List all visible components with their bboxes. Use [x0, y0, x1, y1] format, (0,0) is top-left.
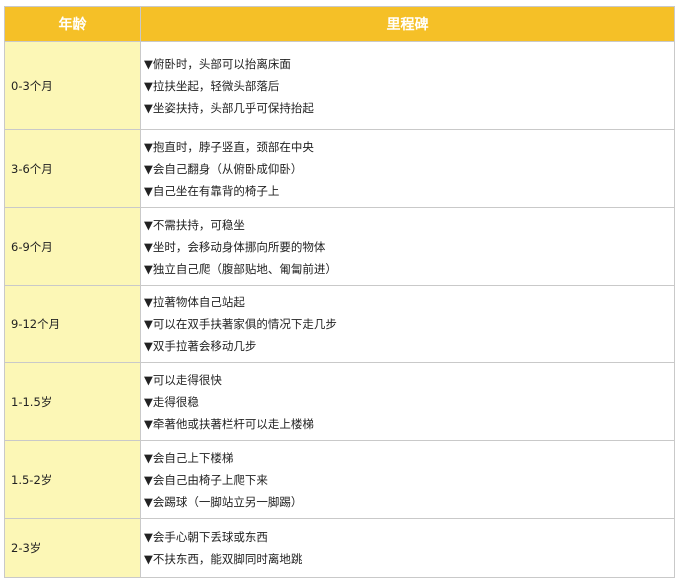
table-header-row: 年龄 里程碑 [4, 6, 675, 42]
milestone-cell: ▼抱直时，脖子竖直，颈部在中央 ▼会自己翻身（从俯卧成仰卧） ▼自己坐在有靠背的… [140, 129, 675, 208]
age-cell: 1.5-2岁 [4, 440, 141, 519]
table-row: 9-12个月 ▼拉著物体自己站起 ▼可以在双手扶著家俱的情况下走几步 ▼双手拉著… [4, 285, 675, 363]
age-cell: 2-3岁 [4, 518, 141, 578]
milestone-item: ▼抱直时，脖子竖直，颈部在中央 [144, 139, 314, 154]
milestone-item: ▼可以走得很快 [144, 372, 222, 387]
milestone-cell: ▼拉著物体自己站起 ▼可以在双手扶著家俱的情况下走几步 ▼双手拉著会移动几步 [140, 285, 675, 363]
milestone-item: ▼独立自己爬（腹部贴地、匍匐前进） [144, 261, 337, 276]
header-milestone: 里程碑 [140, 6, 675, 42]
milestone-item: ▼会踢球（一脚站立另一脚踢） [144, 494, 303, 509]
milestone-item: ▼牵著他或扶著栏杆可以走上楼梯 [144, 416, 314, 431]
age-cell: 1-1.5岁 [4, 362, 141, 441]
milestone-item: ▼可以在双手扶著家俱的情况下走几步 [144, 317, 337, 331]
table-row: 3-6个月 ▼抱直时，脖子竖直，颈部在中央 ▼会自己翻身（从俯卧成仰卧） ▼自己… [4, 129, 675, 208]
milestone-item: ▼俯卧时，头部可以抬离床面 [144, 56, 291, 71]
milestone-table: 年龄 里程碑 0-3个月 ▼俯卧时，头部可以抬离床面 ▼拉扶坐起，轻微头部落后 … [4, 6, 675, 578]
table-row: 1.5-2岁 ▼会自己上下楼梯 ▼会自己由椅子上爬下来 ▼会踢球（一脚站立另一脚… [4, 440, 675, 519]
milestone-item: ▼不需扶持，可稳坐 [144, 217, 245, 232]
milestone-item: ▼坐姿扶持，头部几乎可保持抬起 [144, 100, 314, 115]
milestone-cell: ▼会手心朝下丢球或东西 ▼不扶东西，能双脚同时离地跳 [140, 518, 675, 578]
age-cell: 9-12个月 [4, 285, 141, 363]
milestone-item: ▼会自己上下楼梯 [144, 450, 234, 465]
milestone-table-wrapper: 年龄 里程碑 0-3个月 ▼俯卧时，头部可以抬离床面 ▼拉扶坐起，轻微头部落后 … [4, 6, 675, 578]
header-age: 年龄 [4, 6, 141, 42]
age-cell: 6-9个月 [4, 207, 141, 286]
milestone-item: ▼拉扶坐起，轻微头部落后 [144, 78, 280, 93]
milestone-item: ▼不扶东西，能双脚同时离地跳 [144, 552, 303, 566]
milestone-cell: ▼可以走得很快 ▼走得很稳 ▼牵著他或扶著栏杆可以走上楼梯 [140, 362, 675, 441]
age-cell: 3-6个月 [4, 129, 141, 208]
milestone-item: ▼会手心朝下丢球或东西 [144, 530, 268, 544]
table-row: 2-3岁 ▼会手心朝下丢球或东西 ▼不扶东西，能双脚同时离地跳 [4, 518, 675, 578]
milestone-cell: ▼会自己上下楼梯 ▼会自己由椅子上爬下来 ▼会踢球（一脚站立另一脚踢） [140, 440, 675, 519]
milestone-item: ▼拉著物体自己站起 [144, 295, 245, 309]
age-cell: 0-3个月 [4, 41, 141, 130]
milestone-cell: ▼俯卧时，头部可以抬离床面 ▼拉扶坐起，轻微头部落后 ▼坐姿扶持，头部几乎可保持… [140, 41, 675, 130]
milestone-item: ▼会自己翻身（从俯卧成仰卧） [144, 161, 303, 176]
table-row: 1-1.5岁 ▼可以走得很快 ▼走得很稳 ▼牵著他或扶著栏杆可以走上楼梯 [4, 362, 675, 441]
table-row: 6-9个月 ▼不需扶持，可稳坐 ▼坐时，会移动身体挪向所要的物体 ▼独立自己爬（… [4, 207, 675, 286]
milestone-item: ▼自己坐在有靠背的椅子上 [144, 183, 280, 198]
milestone-item: ▼坐时，会移动身体挪向所要的物体 [144, 239, 326, 254]
milestone-item: ▼会自己由椅子上爬下来 [144, 472, 268, 487]
milestone-item: ▼走得很稳 [144, 394, 199, 409]
table-row: 0-3个月 ▼俯卧时，头部可以抬离床面 ▼拉扶坐起，轻微头部落后 ▼坐姿扶持，头… [4, 41, 675, 130]
milestone-cell: ▼不需扶持，可稳坐 ▼坐时，会移动身体挪向所要的物体 ▼独立自己爬（腹部贴地、匍… [140, 207, 675, 286]
milestone-item: ▼双手拉著会移动几步 [144, 339, 257, 353]
